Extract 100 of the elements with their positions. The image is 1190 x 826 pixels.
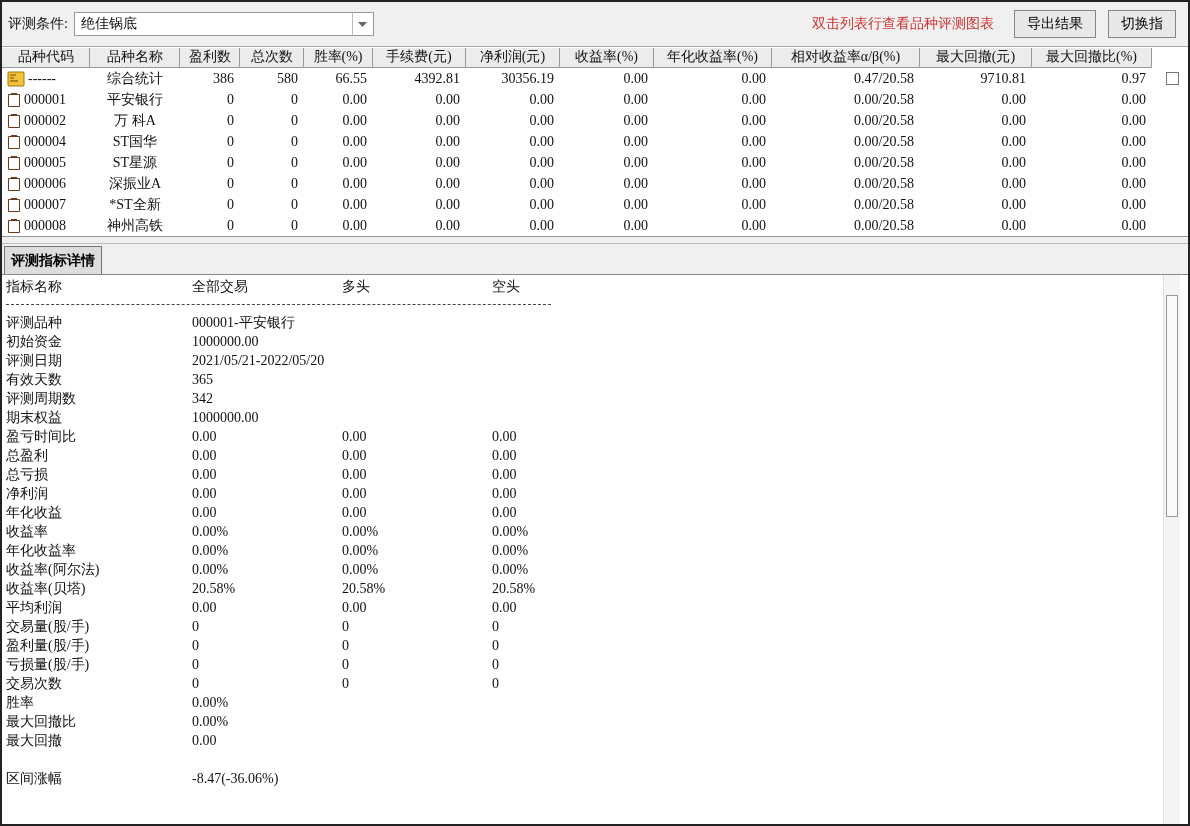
- table-cell-text: 0.00: [528, 175, 555, 192]
- metric-value: 0: [492, 618, 500, 635]
- hint-text: 双击列表行查看品种评测图表: [812, 15, 994, 33]
- metric-value: 0.00: [192, 447, 218, 464]
- column-header[interactable]: 手续费(元): [373, 47, 466, 68]
- table-cell-text: 0.00: [1000, 175, 1027, 192]
- table-cell-text: 0.00/20.58: [853, 217, 915, 234]
- table-cell-text: 9710.81: [979, 70, 1027, 87]
- table-cell-text: 0: [290, 91, 299, 108]
- metric-value: 365: [192, 371, 214, 388]
- table-cell-text: 0.00: [341, 175, 368, 192]
- table-cell-text: 0.00: [740, 217, 767, 234]
- metric-value: 0.00: [492, 447, 518, 464]
- table-cell-text: 0: [226, 154, 235, 171]
- table-cell-text: 0.00: [434, 133, 461, 150]
- column-header[interactable]: 相对收益率α/β(%): [772, 47, 920, 68]
- metric-label: 最大回撤比: [6, 712, 77, 731]
- metric-value: 0.00: [492, 504, 518, 521]
- table-cell-text: 万 科A: [113, 111, 157, 130]
- metric-value: 20.58%: [492, 580, 537, 597]
- column-header[interactable]: 收益率(%): [560, 47, 654, 68]
- table-cell-text: 0.00: [1000, 196, 1027, 213]
- table-cell: 000006: [24, 175, 66, 192]
- metric-value: 0.00: [342, 447, 368, 464]
- column-header[interactable]: 净利润(元): [466, 47, 560, 68]
- metric-value: 0.00%: [342, 561, 380, 578]
- metric-value: -8.47(-36.06%): [192, 770, 280, 787]
- table-cell: 000005: [24, 154, 66, 171]
- metric-value: 0.00: [192, 599, 218, 616]
- metric-value: 1000000.00: [192, 333, 260, 350]
- column-header[interactable]: 年化收益率(%): [654, 47, 772, 68]
- table-cell-text: 0.00/20.58: [853, 154, 915, 171]
- metric-value: 0: [192, 618, 200, 635]
- metric-value: 0.00%: [492, 561, 530, 578]
- table-cell-text: 0.00: [740, 70, 767, 87]
- table-cell-text: 0.00: [622, 70, 649, 87]
- document-icon: [7, 91, 21, 108]
- toolbar-button[interactable]: 导出结果: [1014, 10, 1096, 38]
- metric-label: 收益率(阿尔法): [6, 560, 101, 579]
- toolbar-button[interactable]: 切换指: [1108, 10, 1176, 38]
- metric-label: 初始资金: [6, 332, 63, 351]
- column-header: 全部交易: [192, 277, 249, 296]
- metric-value: 0.00%: [342, 542, 380, 559]
- table-cell-text: 0.00: [740, 91, 767, 108]
- metric-value: 0.00: [492, 599, 518, 616]
- table-cell-text: 0.00: [740, 133, 767, 150]
- table-cell-text: 0.00: [528, 154, 555, 171]
- tab[interactable]: 评测指标详情: [4, 246, 102, 274]
- table-cell: 000004: [24, 133, 66, 150]
- metric-value: 0: [492, 637, 500, 654]
- table-cell-text: 0: [226, 91, 235, 108]
- metric-value: 0: [342, 675, 350, 692]
- table-cell-text: 0.00: [622, 175, 649, 192]
- metric-label: 盈利量(股/手): [6, 636, 91, 655]
- table-cell-text: 0.00: [622, 133, 649, 150]
- table-cell-text: 0: [290, 217, 299, 234]
- condition-dropdown[interactable]: 绝佳锅底: [73, 12, 374, 36]
- table-cell-text: 0.00: [341, 196, 368, 213]
- table-cell: ------: [28, 70, 56, 87]
- table-cell-text: 0.00: [622, 217, 649, 234]
- metric-value: 0.00%: [492, 542, 530, 559]
- table-cell-text: 0.00: [528, 91, 555, 108]
- folder-document-icon: [7, 70, 25, 87]
- table-cell-text: 0: [226, 112, 235, 129]
- table-cell-text: 0.00: [1120, 154, 1147, 171]
- table-cell-text: 0: [290, 175, 299, 192]
- table-cell-text: 0: [290, 112, 299, 129]
- table-cell-text: 0.00: [740, 154, 767, 171]
- table-cell-text: 0.00: [434, 112, 461, 129]
- table-cell-text: 0.00/20.58: [853, 196, 915, 213]
- metric-value: 342: [192, 390, 214, 407]
- table-cell: 000008: [24, 217, 66, 234]
- document-icon: [7, 112, 21, 129]
- document-icon: [7, 196, 21, 213]
- metric-value: 20.58%: [342, 580, 387, 597]
- scrollbar-thumb[interactable]: [1166, 295, 1178, 517]
- metric-value: 0.00%: [192, 561, 230, 578]
- column-header[interactable]: 盈利数: [180, 47, 240, 68]
- splitter-bar[interactable]: [2, 236, 1188, 244]
- scrollbar[interactable]: [1163, 275, 1180, 824]
- column-header[interactable]: 品种名称: [90, 47, 180, 68]
- column-header[interactable]: 胜率(%): [304, 47, 373, 68]
- checkbox[interactable]: [1166, 72, 1179, 85]
- column-header[interactable]: 总次数: [240, 47, 304, 68]
- table-cell-text: 0.00: [1000, 217, 1027, 234]
- metric-value: 0: [342, 618, 350, 635]
- table-cell: 000001: [24, 91, 66, 108]
- column-header[interactable]: 最大回撤(元): [920, 47, 1032, 68]
- table-cell-text: 0.00: [1000, 112, 1027, 129]
- table-cell-text: 0.00: [341, 112, 368, 129]
- table-cell-text: 0.00: [1120, 217, 1147, 234]
- metric-value: 20.58%: [192, 580, 237, 597]
- table-cell-text: 0.00: [434, 217, 461, 234]
- column-header[interactable]: 最大回撤比(%): [1032, 47, 1152, 68]
- table-cell-text: 0: [290, 154, 299, 171]
- table-cell-text: ST国华: [111, 132, 159, 151]
- metric-value: 2021/05/21-2022/05/20: [192, 352, 326, 369]
- table-cell-text: 0.00: [341, 133, 368, 150]
- column-header[interactable]: 品种代码: [2, 47, 90, 68]
- metric-label: 区间涨幅: [6, 769, 63, 788]
